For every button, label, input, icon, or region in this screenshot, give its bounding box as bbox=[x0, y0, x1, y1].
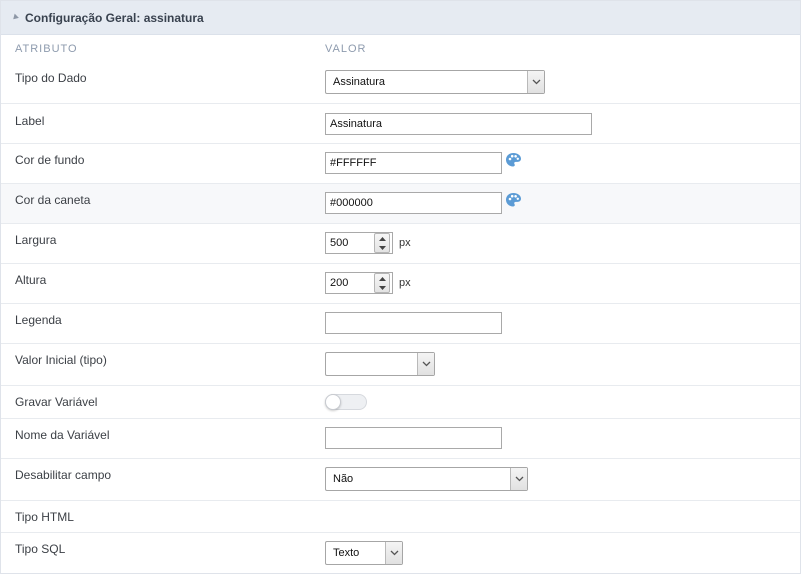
column-header-attribute: ATRIBUTO bbox=[15, 42, 78, 55]
palette-icon[interactable] bbox=[505, 152, 522, 168]
select-value: Texto bbox=[333, 547, 360, 559]
chevron-down-icon[interactable] bbox=[510, 468, 527, 490]
row-cor-fundo: Cor de fundo #FFFFFF bbox=[1, 144, 800, 184]
increment-icon[interactable] bbox=[375, 234, 389, 243]
label-input[interactable]: Assinatura bbox=[325, 113, 592, 135]
stepper-arrows[interactable] bbox=[374, 273, 390, 293]
row-label: Cor da caneta bbox=[15, 193, 91, 207]
stepper-value: 500 bbox=[330, 237, 349, 249]
row-legenda: Legenda bbox=[1, 304, 800, 344]
row-label: Tipo SQL bbox=[15, 542, 66, 556]
stepper-arrows[interactable] bbox=[374, 233, 390, 253]
valor-inicial-select[interactable] bbox=[325, 352, 435, 376]
increment-icon[interactable] bbox=[375, 274, 389, 283]
gravar-variavel-toggle[interactable] bbox=[325, 394, 367, 410]
cor-caneta-input[interactable]: #000000 bbox=[325, 192, 502, 214]
row-label: Nome da Variável bbox=[15, 428, 110, 442]
row-label: Tipo HTML bbox=[15, 510, 74, 524]
unit-label: px bbox=[399, 237, 411, 249]
altura-stepper: 200 px bbox=[325, 272, 411, 294]
palette-icon[interactable] bbox=[505, 192, 522, 208]
cor-fundo-input[interactable]: #FFFFFF bbox=[325, 152, 502, 174]
decrement-icon[interactable] bbox=[375, 243, 389, 252]
tipo-sql-select[interactable]: Texto bbox=[325, 541, 403, 565]
row-cor-caneta: Cor da caneta #000000 bbox=[1, 184, 800, 224]
row-altura: Altura 200 px bbox=[1, 264, 800, 304]
column-headers: ATRIBUTO VALOR bbox=[1, 35, 800, 62]
row-tipo-dado: Tipo do Dado Assinatura bbox=[1, 62, 800, 104]
desabilitar-select[interactable]: Não bbox=[325, 467, 528, 491]
row-label: Valor Inicial (tipo) bbox=[15, 353, 107, 367]
column-header-value: VALOR bbox=[325, 42, 367, 55]
chevron-down-icon[interactable] bbox=[417, 353, 434, 375]
tipo-dado-select[interactable]: Assinatura bbox=[325, 70, 545, 94]
panel-title: Configuração Geral: assinatura bbox=[25, 10, 204, 25]
row-label: Largura bbox=[15, 233, 57, 247]
collapse-icon[interactable] bbox=[11, 13, 19, 21]
row-label: Legenda bbox=[15, 313, 62, 327]
row-label: Cor de fundo bbox=[15, 153, 85, 167]
row-tipo-sql: Tipo SQL Texto bbox=[1, 533, 800, 575]
panel-header[interactable]: Configuração Geral: assinatura bbox=[1, 1, 800, 35]
chevron-down-icon[interactable] bbox=[527, 71, 544, 93]
largura-stepper: 500 px bbox=[325, 232, 411, 254]
select-value: Não bbox=[333, 473, 354, 485]
largura-input[interactable]: 500 bbox=[325, 232, 393, 254]
stepper-value: 200 bbox=[330, 277, 349, 289]
row-label: Label bbox=[15, 114, 45, 128]
toggle-knob bbox=[325, 394, 341, 410]
row-tipo-html: Tipo HTML bbox=[1, 501, 800, 533]
row-label: Altura bbox=[15, 273, 47, 287]
row-gravar-variavel: Gravar Variável bbox=[1, 386, 800, 419]
row-largura: Largura 500 px bbox=[1, 224, 800, 264]
row-label: Tipo do Dado bbox=[15, 71, 87, 85]
chevron-down-icon[interactable] bbox=[385, 542, 402, 564]
row-nome-variavel: Nome da Variável bbox=[1, 419, 800, 459]
altura-input[interactable]: 200 bbox=[325, 272, 393, 294]
row-desabilitar: Desabilitar campo Não bbox=[1, 459, 800, 501]
legenda-input[interactable] bbox=[325, 312, 502, 334]
row-label: Gravar Variável bbox=[15, 395, 98, 409]
row-label: Label Assinatura bbox=[1, 104, 800, 144]
nome-variavel-input[interactable] bbox=[325, 427, 502, 449]
select-value: Assinatura bbox=[333, 76, 385, 88]
unit-label: px bbox=[399, 277, 411, 289]
decrement-icon[interactable] bbox=[375, 283, 389, 292]
row-valor-inicial: Valor Inicial (tipo) bbox=[1, 344, 800, 386]
row-label: Desabilitar campo bbox=[15, 468, 112, 482]
config-panel: Configuração Geral: assinatura ATRIBUTO … bbox=[0, 0, 801, 574]
